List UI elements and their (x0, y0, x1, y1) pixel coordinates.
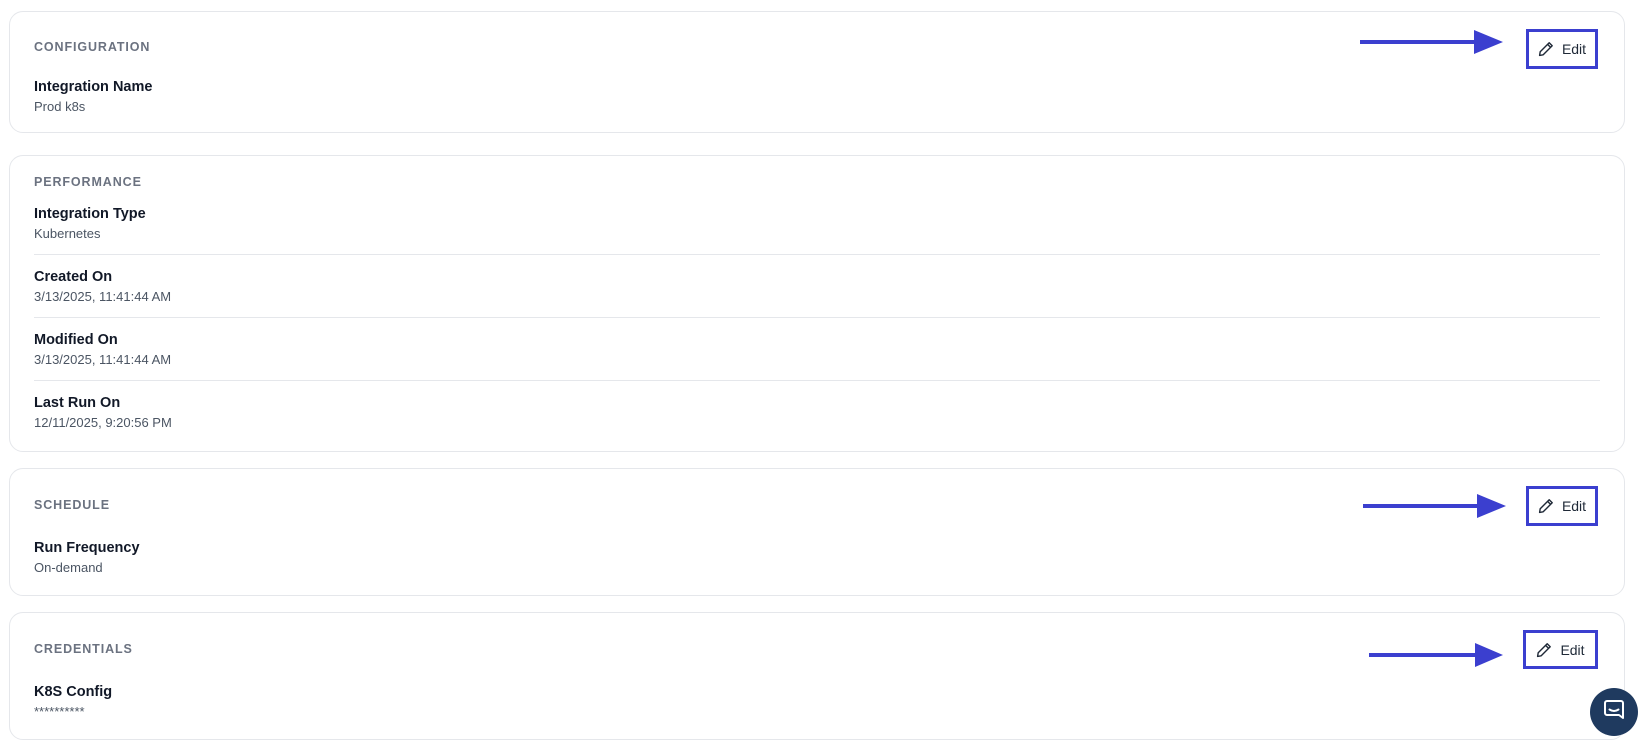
field-integration-type: Integration Type Kubernetes (34, 206, 1600, 266)
field-value: 3/13/2025, 11:41:44 AM (34, 289, 172, 304)
annotation-arrow-icon (1360, 28, 1503, 58)
field-label: Run Frequency (34, 540, 140, 556)
edit-label: Edit (1561, 41, 1587, 57)
field-value: On-demand (34, 560, 103, 575)
field-last-run-on: Last Run On 12/11/2025, 9:20:56 PM (34, 395, 1600, 455)
chat-icon (1602, 698, 1626, 727)
annotation-arrow-icon (1363, 491, 1506, 521)
divider (34, 380, 1600, 381)
edit-label: Edit (1561, 498, 1587, 514)
section-title-schedule: SCHEDULE (34, 498, 110, 512)
section-title-performance: PERFORMANCE (34, 175, 142, 189)
annotation-arrow-icon (1369, 640, 1503, 670)
field-label: Created On (34, 269, 113, 285)
field-created-on: Created On 3/13/2025, 11:41:44 AM (34, 269, 1600, 329)
field-run-frequency: Run Frequency On-demand (34, 540, 1600, 600)
field-k8s-config: K8S Config ********** (34, 684, 1600, 744)
credentials-card: CREDENTIALS K8S Config ********** (9, 612, 1625, 740)
field-label: Last Run On (34, 395, 121, 411)
field-value: 3/13/2025, 11:41:44 AM (34, 352, 172, 367)
schedule-card: SCHEDULE Run Frequency On-demand (9, 468, 1625, 596)
field-modified-on: Modified On 3/13/2025, 11:41:44 AM (34, 332, 1600, 392)
field-label: Integration Name (34, 79, 153, 95)
section-title-configuration: CONFIGURATION (34, 40, 151, 54)
performance-card: PERFORMANCE Integration Type Kubernetes … (9, 155, 1625, 452)
field-value: Kubernetes (34, 226, 101, 241)
section-title-credentials: CREDENTIALS (34, 642, 133, 656)
field-integration-name: Integration Name Prod k8s (34, 79, 1600, 139)
pencil-icon (1536, 642, 1552, 658)
pencil-icon (1538, 498, 1554, 514)
edit-label: Edit (1560, 641, 1585, 658)
field-value: Prod k8s (34, 99, 86, 114)
pencil-icon (1538, 41, 1554, 57)
field-value: 12/11/2025, 9:20:56 PM (34, 415, 172, 430)
field-value: ********** (34, 704, 85, 719)
chat-launcher-button[interactable] (1590, 688, 1638, 736)
field-label: Modified On (34, 332, 118, 348)
divider (34, 317, 1600, 318)
divider (34, 254, 1600, 255)
configuration-edit-button[interactable]: Edit (1526, 29, 1598, 69)
credentials-edit-button[interactable]: Edit (1523, 630, 1598, 669)
schedule-edit-button[interactable]: Edit (1526, 486, 1598, 526)
field-label: Integration Type (34, 206, 146, 222)
field-label: K8S Config (34, 684, 113, 700)
